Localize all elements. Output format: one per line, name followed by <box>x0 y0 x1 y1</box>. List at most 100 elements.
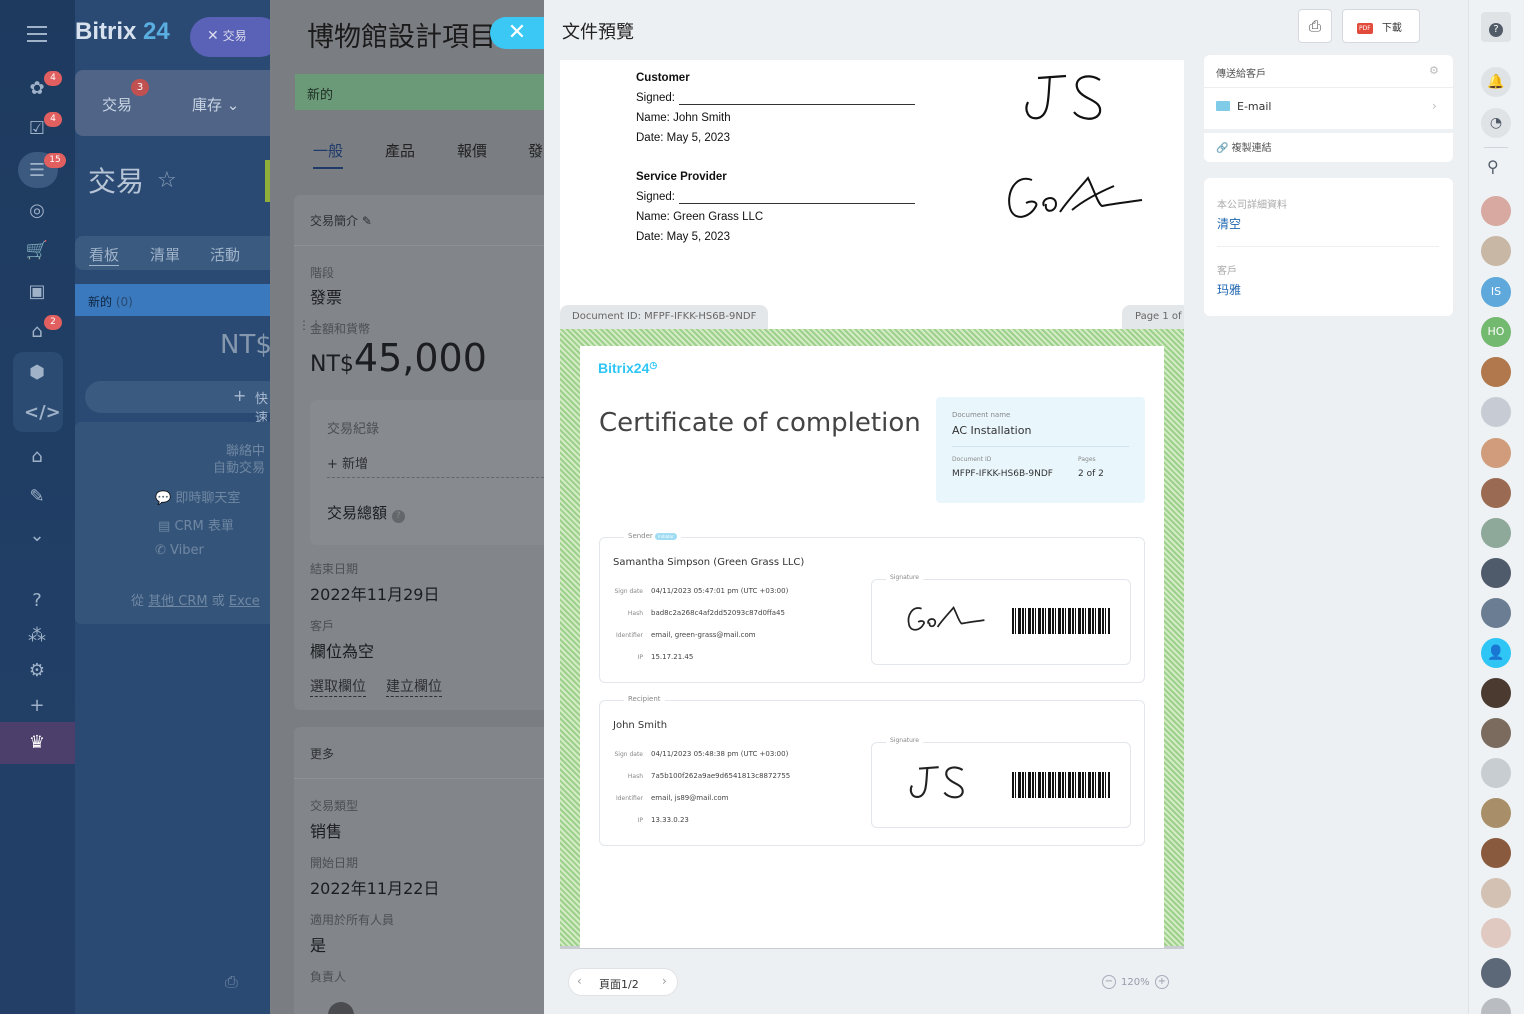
deal-chip[interactable]: ✕ 交易 <box>190 17 280 57</box>
settings-icon[interactable]: ⚙ <box>24 660 50 682</box>
help-button[interactable]: ? <box>1481 12 1511 42</box>
recipient-hash-val: 7a5b100f262a9ae9d6541813c8872755 <box>651 772 791 780</box>
avatar[interactable] <box>1481 598 1511 628</box>
chevron-right-icon: › <box>1432 99 1437 113</box>
doc-info-divider <box>952 446 1129 447</box>
history-add-button[interactable]: + 新增 <box>327 453 368 472</box>
avatar[interactable] <box>1481 958 1511 988</box>
channel-viber[interactable]: ✆ Viber <box>155 543 204 558</box>
avatar[interactable] <box>1481 236 1511 266</box>
page-title: 交易 <box>88 165 145 198</box>
copy-link-button[interactable]: 🔗 複製連結 <box>1216 139 1272 154</box>
avatar-initials[interactable]: IS <box>1481 277 1511 307</box>
available-value[interactable]: 是 <box>310 932 326 956</box>
help-icon[interactable]: ? <box>24 590 50 612</box>
avatar[interactable] <box>1481 718 1511 748</box>
create-field-link[interactable]: 建立欄位 <box>386 676 442 697</box>
company-details-value[interactable]: 清空 <box>1217 215 1241 232</box>
sender-hash-val: bad8c2a268c4af2dd52093c87d0ffa45 <box>651 609 785 617</box>
tab-inventory[interactable]: 庫存 ⌄ <box>192 94 239 115</box>
view-list[interactable]: 清單 <box>150 244 180 265</box>
avatar[interactable] <box>1481 798 1511 828</box>
avatar[interactable] <box>1481 196 1511 226</box>
avatar[interactable] <box>1481 518 1511 548</box>
client-value[interactable]: 欄位為空 <box>310 638 374 662</box>
close-slider-button[interactable]: ✕ <box>490 17 544 49</box>
import-crm-link[interactable]: 其他 CRM <box>148 594 207 609</box>
print-icon[interactable]: ⎙ <box>225 972 238 992</box>
channel-crm-form[interactable]: ▤ CRM 表單 <box>158 515 234 534</box>
crown-icon[interactable]: ♛ <box>24 732 50 754</box>
store-icon[interactable]: ⌂ <box>24 446 50 468</box>
stage-value[interactable]: 發票 <box>310 284 342 308</box>
star-icon[interactable]: ☆ <box>157 168 177 193</box>
quick-add-button[interactable]: + 快速 <box>85 381 270 426</box>
messenger-button[interactable]: ◔ <box>1481 108 1511 138</box>
amount-value[interactable]: NT$45,000 <box>310 336 487 380</box>
avatar[interactable] <box>1481 357 1511 387</box>
company-details-label: 本公司詳細資料 <box>1217 200 1287 211</box>
import-excel-link[interactable]: Exce <box>229 594 260 609</box>
download-button[interactable]: PDF 下載 <box>1342 9 1420 43</box>
more-icon[interactable]: ⌄ <box>24 525 50 547</box>
type-value[interactable]: 销售 <box>310 818 342 842</box>
print-button[interactable]: ⎙ <box>1298 9 1332 43</box>
about-section-title: 交易簡介 ✎ <box>310 214 372 228</box>
shop-icon[interactable]: 🛒 <box>24 240 50 262</box>
tab-products[interactable]: 產品 <box>385 140 415 161</box>
avatar[interactable] <box>1481 918 1511 948</box>
group-avatar[interactable]: 👤 <box>1481 638 1511 668</box>
tab-invoices[interactable]: 發 <box>528 140 543 161</box>
view-activities[interactable]: 活動 <box>210 244 240 265</box>
avatar[interactable] <box>1481 678 1511 708</box>
avatar[interactable] <box>1481 758 1511 788</box>
tab-general[interactable]: 一般 <box>313 140 344 169</box>
tab-deals[interactable]: 交易 <box>102 94 132 115</box>
start-date-value[interactable]: 2022年11月22日 <box>310 875 439 899</box>
view-kanban[interactable]: 看板 <box>89 244 120 266</box>
pencil-icon[interactable]: ✎ <box>362 214 372 228</box>
left-navigation: ✿ 4 ☑ 4 ☰ 15 ◎ 🛒 ▣ ⌂ 2 ⬢ </> ⌂ ✎ ⌄ ? ⁂ ⚙… <box>0 0 75 1014</box>
channel-chat[interactable]: 💬 即時聊天室 <box>155 487 240 506</box>
stage-bar[interactable]: 新的 <box>295 74 544 110</box>
import-line: 從 其他 CRM 或 Exce <box>131 594 260 609</box>
avatar[interactable] <box>1481 558 1511 588</box>
avatar-initials[interactable]: HO <box>1481 317 1511 347</box>
tab-quotes[interactable]: 報價 <box>457 140 487 161</box>
add-icon[interactable]: + <box>24 695 50 717</box>
viber-icon: ✆ <box>155 543 166 558</box>
end-date-value[interactable]: 2022年11月29日 <box>310 581 439 605</box>
crm-badge: 15 <box>44 153 66 168</box>
chip-close-icon[interactable]: ✕ <box>207 28 219 44</box>
goals-icon[interactable]: ◎ <box>24 200 50 222</box>
avatar[interactable] <box>1481 478 1511 508</box>
notifications-button[interactable]: 🔔 <box>1481 67 1511 97</box>
question-icon[interactable]: ? <box>391 510 405 523</box>
type-label: 交易類型 <box>310 799 359 813</box>
avatar[interactable] <box>1481 838 1511 868</box>
structure-icon[interactable]: ⁂ <box>24 625 50 647</box>
prev-page-icon[interactable]: ‹ <box>577 974 582 988</box>
recipient-name: John Smith <box>613 720 668 731</box>
summary-label: 交易總額 ? <box>327 502 405 523</box>
code-icon[interactable]: </> <box>24 402 61 424</box>
page-indicator: 頁面1/2 <box>599 978 639 991</box>
recipient-identifier-key: Identifier <box>615 795 643 802</box>
avatar[interactable] <box>1481 878 1511 908</box>
certificate-brand: Bitrix24◷ <box>598 360 658 376</box>
menu-icon[interactable] <box>27 26 47 42</box>
avatar[interactable] <box>1481 397 1511 427</box>
select-field-link[interactable]: 選取欄位 <box>310 676 366 697</box>
page-number-tag: Page 1 of <box>1122 305 1184 329</box>
search-icon[interactable]: ⚲ <box>1487 157 1499 176</box>
contacts-icon[interactable]: ▣ <box>24 281 50 303</box>
send-settings-icon[interactable]: ⚙ <box>1429 64 1439 77</box>
box-icon[interactable]: ⬢ <box>24 362 50 384</box>
sign-icon[interactable]: ✎ <box>24 486 50 508</box>
next-page-icon[interactable]: › <box>662 974 667 988</box>
sender-identifier-key: Identifier <box>615 632 643 639</box>
avatar[interactable] <box>1481 438 1511 468</box>
client-details-value[interactable]: 玛雅 <box>1217 281 1241 298</box>
zoom-in-icon[interactable]: + <box>1155 975 1169 989</box>
zoom-out-icon[interactable]: − <box>1102 975 1116 989</box>
